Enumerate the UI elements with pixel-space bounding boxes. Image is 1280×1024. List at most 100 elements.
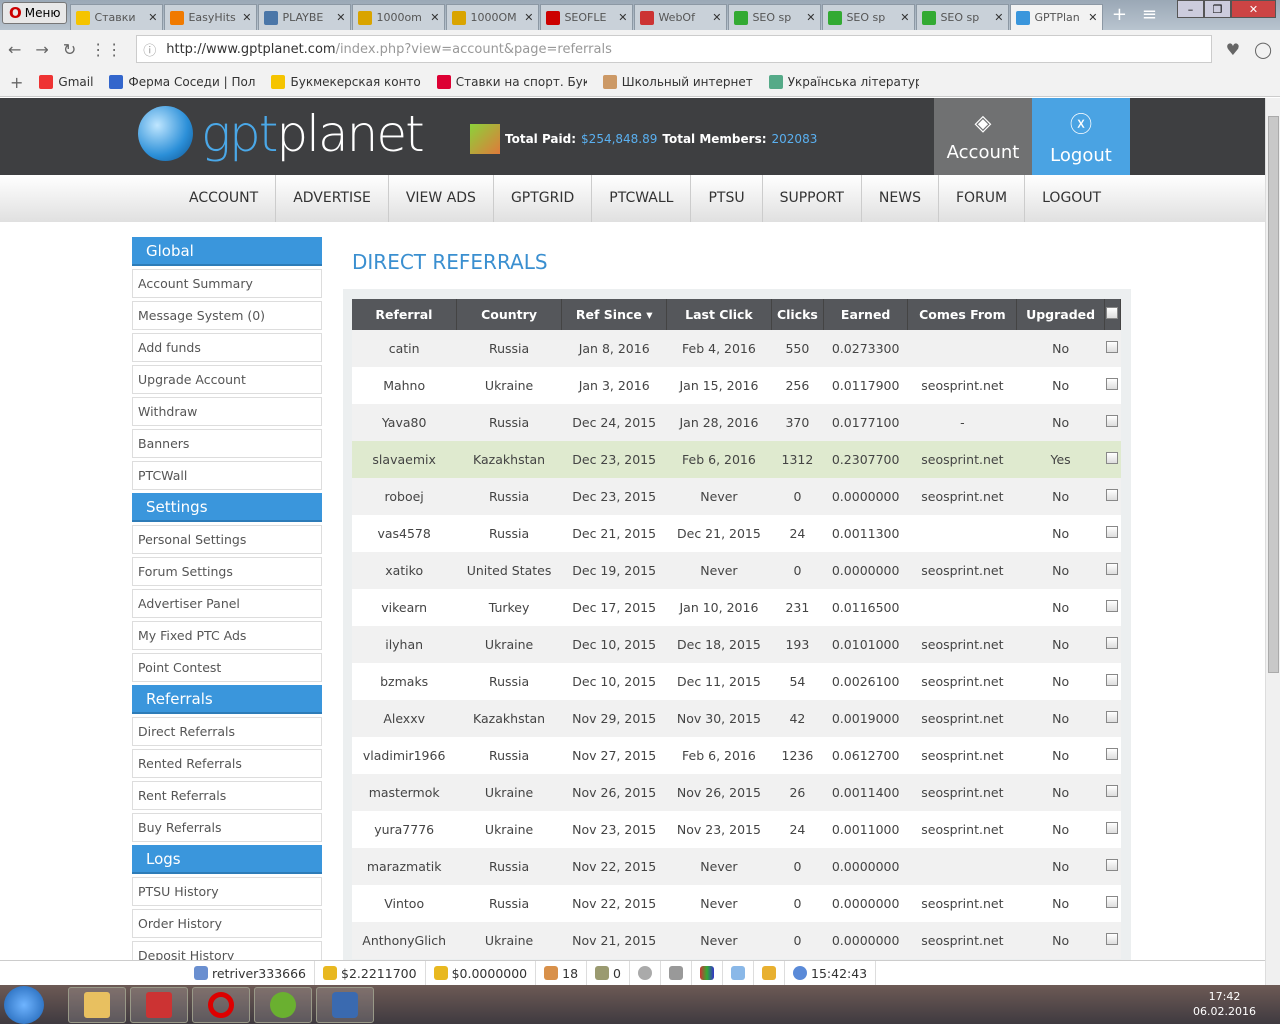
stats-item[interactable] [692,961,723,985]
close-tab-icon[interactable]: ✕ [336,11,345,24]
browser-tab[interactable]: GPTPlan ✕ [1010,4,1104,30]
bookmark-item[interactable]: Ферма Соседи | Пол [109,75,255,89]
maximize-button[interactable]: ❐ [1204,0,1231,18]
nav-ptsu[interactable]: PTSU [691,175,763,222]
column-header[interactable]: Comes From [907,299,1018,330]
row-checkbox[interactable] [1106,711,1119,723]
browser-tab[interactable]: SEO sp ✕ [728,4,822,30]
account-button[interactable]: ◈ Account [934,98,1032,175]
row-checkbox[interactable] [1106,415,1119,427]
nav-gptgrid[interactable]: GPTGRID [494,175,593,222]
close-tab-icon[interactable]: ✕ [900,11,909,24]
taskbar-xcv[interactable] [130,986,188,1023]
purchase-balance-item[interactable]: $0.0000000 [426,961,537,985]
close-tab-icon[interactable]: ✕ [148,11,157,24]
nav-forum[interactable]: FORUM [939,175,1026,222]
row-checkbox[interactable] [1106,341,1119,353]
row-checkbox[interactable] [1106,600,1119,612]
close-tab-icon[interactable]: ✕ [242,11,251,24]
sidebar-item[interactable]: Order History [132,909,322,938]
browser-tab[interactable]: PLAYBE ✕ [258,4,352,30]
sidebar-item[interactable]: Direct Referrals [132,717,322,746]
sidebar-item[interactable]: Message System (0) [132,301,322,330]
minimize-button[interactable]: – [1177,0,1204,18]
row-checkbox[interactable] [1106,563,1119,575]
sidebar-item[interactable]: Add funds [132,333,322,362]
nav-logout[interactable]: LOGOUT [1025,175,1118,222]
close-tab-icon[interactable]: ✕ [994,11,1003,24]
column-header[interactable]: Referral [352,299,457,330]
cart-item[interactable] [661,961,692,985]
close-tab-icon[interactable]: ✕ [806,11,815,24]
browser-tab[interactable]: EasyHits ✕ [164,4,258,30]
row-checkbox[interactable] [1106,822,1119,834]
tab-menu-icon[interactable]: ≡ [1134,4,1164,30]
username-item[interactable]: retriver333666 [186,961,316,985]
reload-icon[interactable]: ↻ [63,40,76,59]
sidebar-item[interactable]: Point Contest [132,653,322,682]
taskbar-opera[interactable] [192,986,250,1023]
nav-advertise[interactable]: ADVERTISE [276,175,389,222]
browser-tab[interactable]: SEO sp ✕ [822,4,916,30]
logout-button[interactable]: ⓧ Logout [1032,98,1130,175]
scrollbar[interactable] [1265,98,1280,985]
close-tab-icon[interactable]: ✕ [712,11,721,24]
speed-dial-icon[interactable]: ⋮⋮ [90,40,122,59]
browser-tab[interactable]: 1000om ✕ [352,4,446,30]
close-window-button[interactable]: ✕ [1231,0,1276,18]
logo[interactable]: gptplanet [138,106,425,161]
row-checkbox[interactable] [1106,674,1119,686]
close-tab-icon[interactable]: ✕ [524,11,533,24]
heart-icon[interactable]: ♥ [1226,40,1240,59]
url-input[interactable]: ⓘ http://www.gptplanet.com/index.php?view… [136,35,1212,63]
row-checkbox[interactable] [1106,526,1119,538]
browser-tab[interactable]: SEOFLE ✕ [540,4,634,30]
sidebar-item[interactable]: Withdraw [132,397,322,426]
bookmark-item[interactable]: Школьный интернет [602,75,753,89]
sidebar-item[interactable]: Upgrade Account [132,365,322,394]
taskbar-media[interactable] [316,986,374,1023]
bookmark-item[interactable]: Ставки на спорт. Бук [436,75,587,89]
nav-ptcwall[interactable]: PTCWALL [592,175,692,222]
nav-view-ads[interactable]: VIEW ADS [389,175,494,222]
column-header[interactable]: Last Click [666,299,772,330]
sidebar-item[interactable]: Advertiser Panel [132,589,322,618]
sidebar-item[interactable]: My Fixed PTC Ads [132,621,322,650]
taskbar-explorer[interactable] [68,986,126,1023]
sidebar-item[interactable]: PTCWall [132,461,322,490]
back-icon[interactable]: ← [8,40,21,59]
row-checkbox[interactable] [1106,933,1119,945]
sidebar-item[interactable]: Personal Settings [132,525,322,554]
rented-item[interactable]: 0 [587,961,630,985]
close-tab-icon[interactable]: ✕ [618,11,627,24]
taskbar-utorrent[interactable] [254,986,312,1023]
column-header[interactable]: Earned [823,299,909,330]
browser-tab[interactable]: 1000OM ✕ [446,4,540,30]
browser-tab[interactable]: Ставки ✕ [70,4,164,30]
sidebar-item[interactable]: Buy Referrals [132,813,322,842]
row-checkbox[interactable] [1106,378,1119,390]
bookmark-item[interactable]: Gmail [39,75,93,89]
row-checkbox[interactable] [1106,748,1119,760]
close-tab-icon[interactable]: ✕ [1088,11,1097,24]
profile-icon[interactable]: ◯ [1254,40,1272,59]
sidebar-item[interactable]: PTSU History [132,877,322,906]
sidebar-item[interactable]: Rented Referrals [132,749,322,778]
browser-tab[interactable]: SEO sp ✕ [916,4,1010,30]
lock-item[interactable] [754,961,785,985]
sidebar-item[interactable]: Banners [132,429,322,458]
new-tab-button[interactable]: + [1104,4,1134,30]
column-header[interactable]: Country [456,299,563,330]
sidebar-item[interactable]: Rent Referrals [132,781,322,810]
column-header[interactable]: Clicks [771,299,825,330]
column-header[interactable]: Ref Since ▾ [561,299,668,330]
row-checkbox[interactable] [1106,452,1119,464]
balance-item[interactable]: $2.2211700 [315,961,426,985]
row-checkbox[interactable] [1106,896,1119,908]
nav-account[interactable]: ACCOUNT [172,175,277,222]
nav-news[interactable]: NEWS [862,175,939,222]
select-all-checkbox[interactable] [1106,307,1119,319]
row-checkbox[interactable] [1106,785,1119,797]
bookmark-item[interactable]: Українська літератур [768,75,919,89]
forward-icon[interactable]: → [35,40,48,59]
